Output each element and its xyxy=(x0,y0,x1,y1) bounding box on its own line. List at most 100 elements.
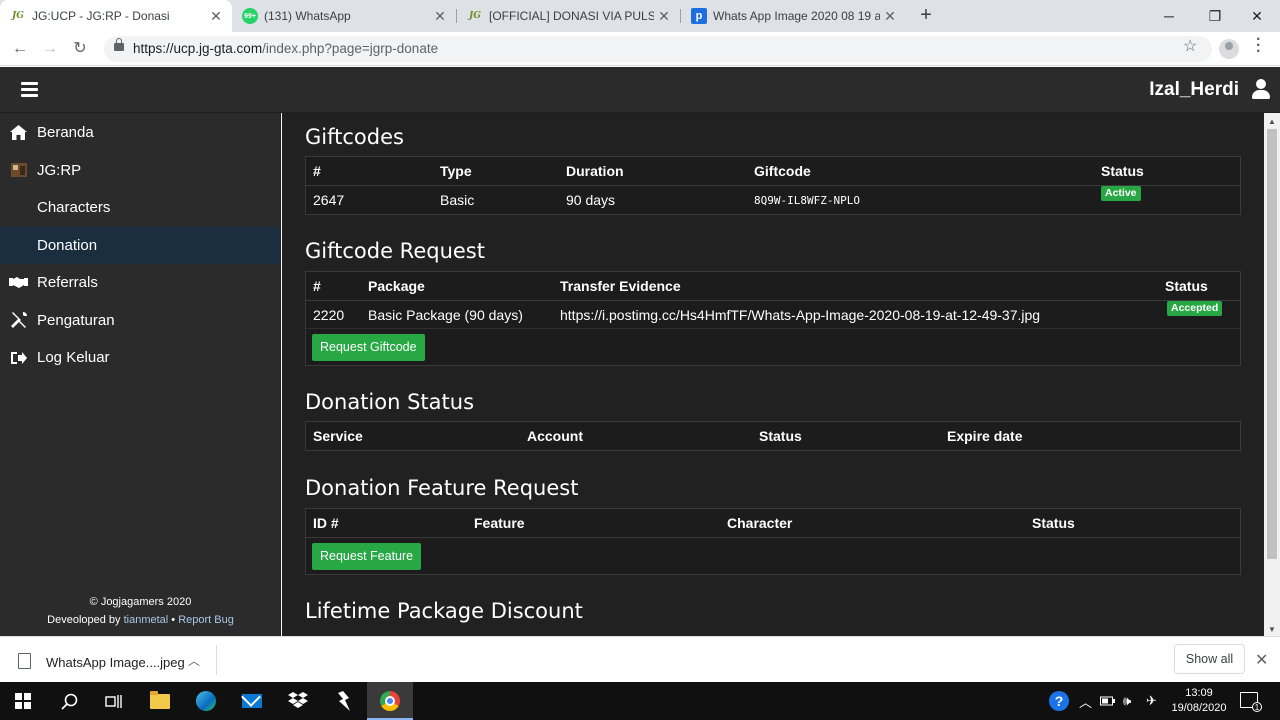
column-header: Status xyxy=(1032,515,1075,531)
report-bug-link[interactable]: Report Bug xyxy=(178,614,234,626)
edge-browser-icon[interactable] xyxy=(183,682,229,720)
sidebar-item-label: Beranda xyxy=(37,124,94,142)
browser-tab-whatsapp[interactable]: 99+ (131) WhatsApp ✕ xyxy=(232,0,456,32)
sidebar-item-label: Referrals xyxy=(37,274,98,292)
download-bar: WhatsApp Image....jpeg ︿ Show all ✕ xyxy=(0,636,1280,682)
footer-separator: • xyxy=(168,614,179,626)
help-icon[interactable]: ? xyxy=(1049,682,1069,720)
hamburger-menu-icon[interactable] xyxy=(21,82,38,97)
sidebar-item-label: Pengaturan xyxy=(37,311,115,329)
scrollbar-thumb[interactable] xyxy=(1267,129,1277,559)
restore-button[interactable]: ❐ xyxy=(1192,0,1238,32)
giftcodes-heading: Giftcodes xyxy=(305,125,404,149)
sidebar-item-referrals[interactable]: Referrals xyxy=(0,264,280,302)
browser-tab-jgucp[interactable]: JG JG:UCP - JG:RP - Donasi ✕ xyxy=(0,0,232,32)
column-header: Package xyxy=(368,278,425,294)
browser-tab-official-donasi[interactable]: JG [OFFICIAL] DONASI VIA PULSA, C ✕ xyxy=(457,0,680,32)
more-menu-icon[interactable]: · · · xyxy=(1256,32,1262,60)
page-scrollbar[interactable]: ▲ ▼ xyxy=(1264,113,1280,636)
sidebar-item-beranda[interactable]: Beranda xyxy=(0,114,280,152)
browser-tab-postimage[interactable]: p Whats App Image 2020 08 19 at ✕ xyxy=(681,0,906,32)
volume-icon[interactable]: 🕪 xyxy=(1123,682,1131,720)
table-header: ID # Feature Character Status xyxy=(306,509,1240,538)
chevron-up-tray-icon[interactable]: ︿ xyxy=(1079,682,1092,720)
url-text: https://ucp.jg-gta.com/index.php?page=jg… xyxy=(133,41,438,56)
lifetime-discount-heading: Lifetime Package Discount xyxy=(305,599,583,623)
sidebar-item-pengaturan[interactable]: Pengaturan xyxy=(0,302,280,340)
browser-tab-bar: JG JG:UCP - JG:RP - Donasi ✕ 99+ (131) W… xyxy=(0,0,1280,32)
show-all-button[interactable]: Show all xyxy=(1174,644,1245,674)
windows-taskbar: ? ︿ 🕪 ✈ 13:09 19/08/2020 1 xyxy=(0,682,1280,720)
forward-button[interactable]: → xyxy=(38,37,62,61)
file-explorer-icon[interactable] xyxy=(137,682,183,720)
airplane-mode-icon[interactable]: ✈ xyxy=(1146,682,1157,720)
sidebar-item-jgrp[interactable]: JG:RP xyxy=(0,152,280,190)
column-header: Type xyxy=(440,163,472,179)
tab-title: (131) WhatsApp xyxy=(264,9,351,23)
jg-logo-icon: JG xyxy=(12,11,24,21)
sidebar-item-label: Log Keluar xyxy=(37,349,110,367)
transfer-evidence-link[interactable]: https://i.postimg.cc/Hs4HmfTF/Whats-App-… xyxy=(560,301,1040,330)
status-badge: Accepted xyxy=(1167,301,1223,316)
lock-icon[interactable] xyxy=(114,38,124,51)
back-button[interactable]: ← xyxy=(8,37,32,61)
windows-start-button[interactable] xyxy=(0,682,46,720)
chrome-taskbar-icon[interactable] xyxy=(367,682,413,720)
close-tab-icon[interactable]: ✕ xyxy=(880,8,900,25)
battery-icon[interactable] xyxy=(1100,682,1116,720)
table-row: 2220 Basic Package (90 days) https://i.p… xyxy=(306,301,1240,329)
windows-logo-icon xyxy=(15,693,31,709)
postimages-icon: p xyxy=(691,8,707,24)
sidebar-item-log-keluar[interactable]: Log Keluar xyxy=(0,339,280,377)
scroll-down-icon[interactable]: ▼ xyxy=(1268,625,1276,634)
sidebar-footer: © Jogjagamers 2020 Deveoloped by tianmet… xyxy=(0,593,281,629)
table-header: # Package Transfer Evidence Status xyxy=(306,272,1240,301)
wrench-icon xyxy=(0,312,37,329)
new-tab-button[interactable]: + xyxy=(914,4,938,28)
developer-link[interactable]: tianmetal xyxy=(124,614,169,626)
jgrp-avatar-icon xyxy=(0,163,37,178)
close-tab-icon[interactable]: ✕ xyxy=(206,8,226,25)
developer-credit: Deveoloped by tianmetal • Report Bug xyxy=(0,611,281,629)
address-bar[interactable]: https://ucp.jg-gta.com/index.php?page=jg… xyxy=(104,36,1212,62)
request-id: 2220 xyxy=(313,307,345,323)
download-separator xyxy=(216,645,217,675)
user-icon[interactable] xyxy=(1251,79,1271,99)
ucp-top-navbar: Izal_Herdi xyxy=(0,67,1280,113)
column-header: ID # xyxy=(313,515,339,531)
dropbox-icon[interactable] xyxy=(275,682,321,720)
request-feature-button[interactable]: Request Feature xyxy=(312,543,422,570)
search-icon[interactable] xyxy=(46,682,92,720)
chevron-up-icon[interactable]: ︿ xyxy=(188,652,200,669)
tab-title: [OFFICIAL] DONASI VIA PULSA, C xyxy=(489,9,654,23)
username-label[interactable]: Izal_Herdi xyxy=(1149,79,1239,101)
reload-button[interactable]: ↻ xyxy=(68,37,92,61)
sidebar-item-donation[interactable]: Donation xyxy=(0,226,280,264)
task-view-icon[interactable] xyxy=(90,682,136,720)
close-window-button[interactable]: ✕ xyxy=(1234,0,1280,32)
tab-title: Whats App Image 2020 08 19 at xyxy=(713,9,880,23)
sidebar-item-characters[interactable]: Characters xyxy=(0,189,280,227)
close-tab-icon[interactable]: ✕ xyxy=(654,8,674,25)
column-header: Status xyxy=(759,428,802,444)
minimize-button[interactable]: ─ xyxy=(1146,0,1192,32)
request-giftcode-button[interactable]: Request Giftcode xyxy=(312,334,425,361)
close-tab-icon[interactable]: ✕ xyxy=(430,8,450,25)
bookmark-star-icon[interactable]: ☆ xyxy=(1183,36,1197,56)
notification-center-icon[interactable]: 1 xyxy=(1240,692,1262,712)
giftcode-value: 8Q9W-IL8WFZ-NPLO xyxy=(754,194,860,207)
profile-avatar-icon[interactable] xyxy=(1219,39,1239,59)
copyright-text: © Jogjagamers 2020 xyxy=(89,596,192,608)
file-icon xyxy=(18,653,31,669)
scroll-up-icon[interactable]: ▲ xyxy=(1268,117,1276,126)
winamp-bolt-icon[interactable] xyxy=(321,682,367,720)
system-clock[interactable]: 13:09 19/08/2020 xyxy=(1166,686,1232,716)
column-header: Expire date xyxy=(947,428,1023,444)
developed-by-label: Deveoloped by xyxy=(47,614,124,626)
download-filename[interactable]: WhatsApp Image....jpeg xyxy=(46,655,185,670)
donation-status-heading: Donation Status xyxy=(305,390,475,414)
mail-icon[interactable] xyxy=(229,682,275,720)
sidebar-item-label: Donation xyxy=(37,236,98,254)
close-download-bar-icon[interactable]: ✕ xyxy=(1255,650,1268,670)
giftcode-id: 2647 xyxy=(313,192,345,208)
